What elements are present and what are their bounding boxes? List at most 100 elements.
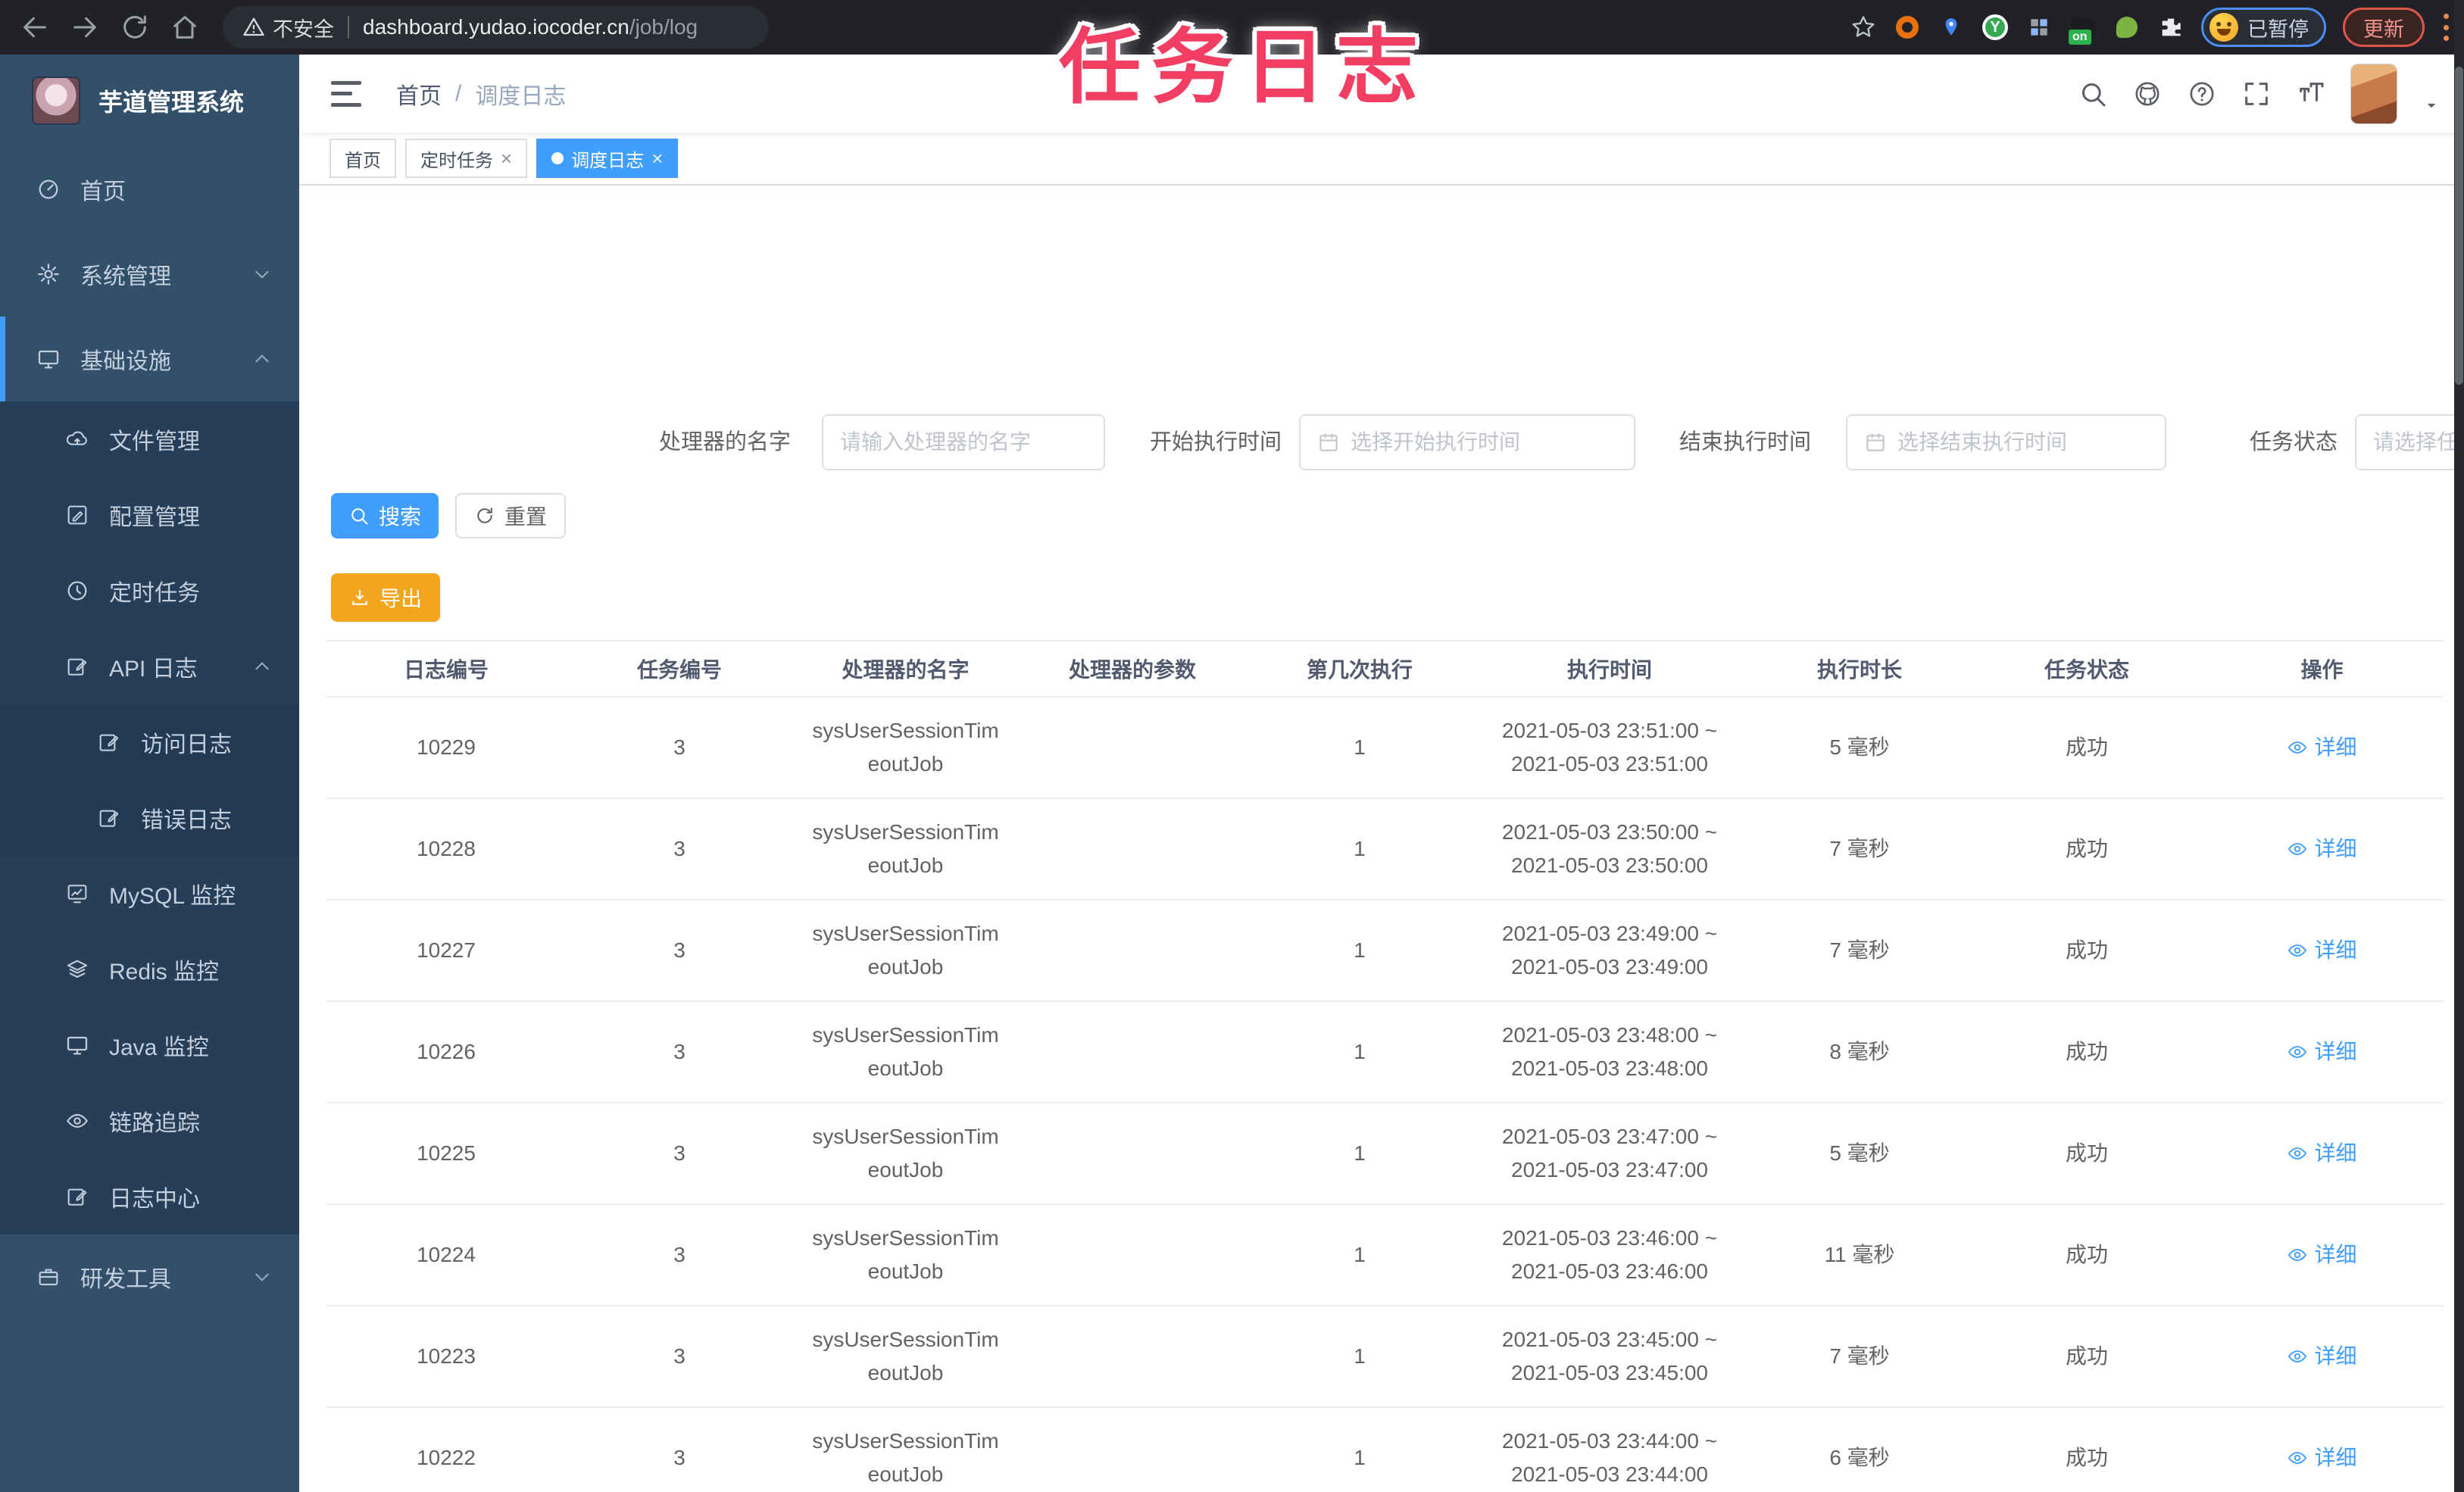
ext-grid-icon[interactable]	[2025, 14, 2053, 41]
bookmark-star-icon[interactable]	[1850, 14, 1877, 41]
tag-close-icon[interactable]: ×	[501, 148, 512, 168]
cell-attempt: 1	[1354, 1344, 1366, 1368]
cell-log-id: 10228	[417, 837, 476, 860]
sidebar-item-api-log[interactable]: API 日志	[0, 629, 299, 704]
home-icon[interactable]	[170, 12, 200, 42]
filter-label-job-status: 任务状态	[2249, 430, 2338, 454]
cell-job-id: 3	[673, 938, 685, 962]
column-header-7: 任务状态	[2044, 658, 2129, 682]
breadcrumb: 首页 / 调度日志	[396, 77, 566, 111]
back-icon[interactable]	[20, 12, 50, 42]
address-bar[interactable]: 不安全 dashboard.yudao.iocoder.cn/job/log	[223, 6, 768, 48]
cell-log-id: 10222	[417, 1446, 476, 1469]
page-scrollbar[interactable]	[2454, 0, 2464, 1492]
chart-icon	[65, 882, 89, 906]
search-button-icon	[348, 505, 370, 526]
eye-icon	[2287, 737, 2308, 758]
profile-paused-badge[interactable]: 已暂停	[2201, 8, 2326, 47]
ext-green-check-icon[interactable]: Y	[1982, 14, 2009, 41]
sidebar-item-trace[interactable]: 链路追踪	[0, 1083, 299, 1159]
detail-link[interactable]: 详细	[2287, 934, 2357, 967]
scrollbar-thumb[interactable]	[2455, 67, 2463, 385]
font-size-icon[interactable]	[2296, 79, 2326, 109]
cell-attempt: 1	[1354, 837, 1366, 860]
cell-log-id: 10223	[417, 1344, 476, 1368]
tag-close-icon[interactable]: ×	[651, 148, 663, 168]
detail-link[interactable]: 详细	[2287, 1441, 2357, 1475]
fullscreen-icon[interactable]	[2241, 79, 2272, 109]
search-button[interactable]: 搜索	[331, 493, 439, 538]
column-header-0: 日志编号	[403, 658, 489, 682]
column-header-8: 操作	[2300, 658, 2344, 682]
eye-icon	[2287, 940, 2308, 961]
forward-icon[interactable]	[70, 12, 100, 42]
cell-actions: 详细	[2200, 1306, 2444, 1406]
cell-job-id: 3	[673, 1040, 685, 1063]
sidebar-item-redis-monitor[interactable]: Redis 监控	[0, 932, 299, 1007]
sidebar-item-error-log[interactable]: 错误日志	[0, 780, 299, 856]
github-icon[interactable]	[2132, 79, 2163, 109]
tag-job-log[interactable]: 调度日志 ×	[536, 139, 679, 178]
sidebar-item-home[interactable]: 首页	[0, 147, 299, 232]
cell-job-id: 3	[673, 1141, 685, 1165]
cell-exec-time: 2021-05-03 23:48:00 ~2021-05-03 23:48:00	[1501, 1023, 1718, 1080]
detail-link[interactable]: 详细	[2287, 1035, 2357, 1069]
detail-link[interactable]: 详细	[2287, 832, 2357, 866]
detail-link[interactable]: 详细	[2287, 731, 2357, 764]
cell-actions: 详细	[2200, 1002, 2444, 1102]
job-log-table: 日志编号 任务编号 处理器的名字 处理器的参数 第几次执行 执行时间 执行时长 任务状态 操作 …	[326, 640, 2444, 1492]
sidebar-item-mysql-monitor[interactable]: MySQL 监控	[0, 856, 299, 932]
reset-button[interactable]: 重置	[455, 493, 566, 538]
eye-icon	[2287, 1041, 2308, 1063]
browser-update-button[interactable]: 更新	[2343, 8, 2425, 47]
reload-icon[interactable]	[120, 12, 150, 42]
cell-status: 成功	[2065, 938, 2108, 962]
cell-exec-time: 2021-05-03 23:51:00 ~2021-05-03 23:51:00	[1501, 719, 1718, 776]
column-header-5: 执行时间	[1566, 658, 1652, 682]
tag-home[interactable]: 首页	[329, 139, 396, 178]
tag-cron-jobs[interactable]: 定时任务 ×	[405, 139, 528, 178]
sidebar-item-dev-tools[interactable]: 研发工具	[0, 1234, 299, 1319]
browser-menu-icon[interactable]	[2441, 11, 2450, 44]
sidebar-item-label: 访问日志	[141, 732, 232, 757]
job-status-field[interactable]	[2373, 430, 2464, 454]
help-icon[interactable]	[2187, 79, 2217, 109]
sidebar-item-file-mgmt[interactable]: 文件管理	[0, 401, 299, 477]
detail-link[interactable]: 详细	[2287, 1137, 2357, 1170]
cell-param	[1019, 698, 1246, 798]
table-header-row: 日志编号 任务编号 处理器的名字 处理器的参数 第几次执行 执行时间 执行时长 任务状态 操作	[326, 640, 2444, 698]
hamburger-icon[interactable]	[331, 80, 361, 107]
search-icon[interactable]	[2078, 79, 2108, 109]
tags-view-bar: 首页 定时任务 × 调度日志 ×	[299, 133, 2464, 186]
monitor-icon	[36, 347, 61, 371]
cell-log-id: 10225	[417, 1141, 476, 1165]
cell-duration: 5 毫秒	[1829, 1141, 1890, 1165]
ext-blue-pin-icon[interactable]	[1938, 14, 1965, 41]
detail-link[interactable]: 详细	[2287, 1340, 2357, 1373]
app-logo-row[interactable]: 芋道管理系统	[0, 55, 299, 147]
avatar-caret-down-icon[interactable]	[2422, 95, 2441, 115]
breadcrumb-home[interactable]: 首页	[396, 77, 442, 111]
sidebar-item-cron-jobs[interactable]: 定时任务	[0, 553, 299, 629]
detail-link[interactable]: 详细	[2287, 1238, 2357, 1272]
ext-green-icon[interactable]	[2113, 14, 2141, 41]
column-header-3: 处理器的参数	[1068, 658, 1196, 682]
sidebar-item-access-log[interactable]: 访问日志	[0, 704, 299, 780]
sidebar-item-infrastructure[interactable]: 基础设施	[0, 317, 299, 401]
ext-orange-ring-icon[interactable]	[1894, 14, 1921, 41]
cell-status: 成功	[2065, 1344, 2108, 1368]
sidebar-item-system-mgmt[interactable]: 系统管理	[0, 232, 299, 317]
ext-on-badge-icon[interactable]: on	[2069, 14, 2097, 45]
extensions-puzzle-icon[interactable]	[2157, 14, 2184, 41]
sidebar-item-label: Redis 监控	[109, 960, 220, 985]
user-avatar[interactable]	[2350, 63, 2397, 124]
cell-handler: sysUserSessionTim eoutJob	[812, 719, 999, 776]
table-row: 10222 3 sysUserSessionTim eoutJob 1 2021-05-0…	[326, 1408, 2444, 1492]
export-button[interactable]: 导出	[331, 573, 440, 622]
cell-param	[1019, 1205, 1246, 1305]
sidebar-item-config-mgmt[interactable]: 配置管理	[0, 477, 299, 553]
filter-input-job-status[interactable]	[2355, 414, 2464, 470]
calendar-icon	[1864, 431, 1887, 454]
sidebar-item-java-monitor[interactable]: Java 监控	[0, 1007, 299, 1083]
sidebar-item-log-center[interactable]: 日志中心	[0, 1159, 299, 1234]
